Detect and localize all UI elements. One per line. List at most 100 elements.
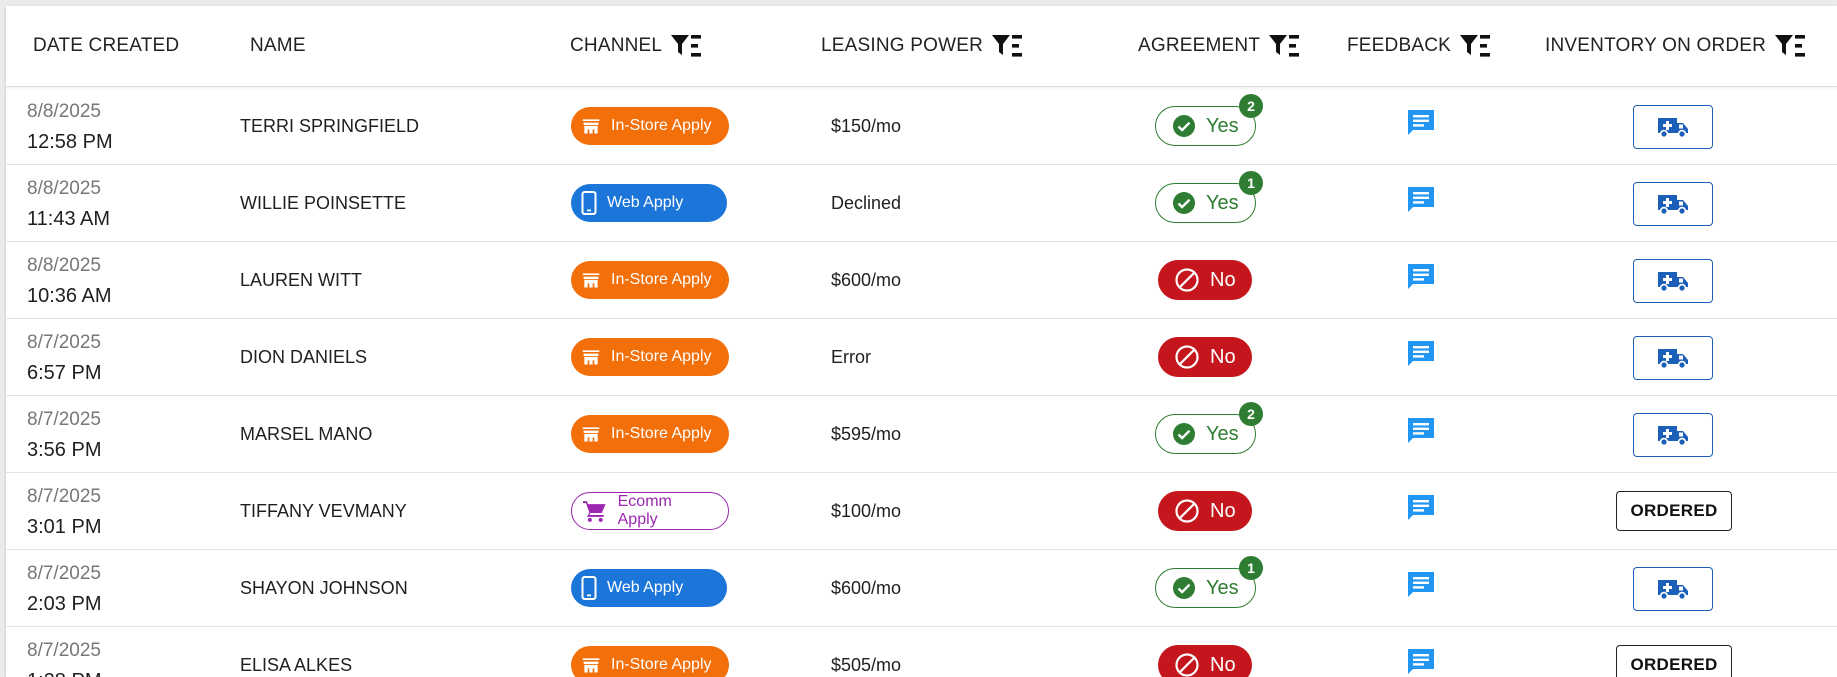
chat-bubble-icon[interactable] <box>1404 645 1438 677</box>
agreement-count-badge: 1 <box>1239 171 1263 195</box>
block-icon <box>1175 499 1199 523</box>
ordered-button[interactable]: ORDERED <box>1616 491 1732 531</box>
time-created: 6:57 PM <box>27 362 102 384</box>
channel-label: Web Apply <box>607 579 684 596</box>
time-created: 1:28 PM <box>27 669 101 677</box>
time-created: 2:03 PM <box>27 593 102 615</box>
customer-name[interactable]: SHAYON JOHNSON <box>240 550 408 626</box>
column-header-leasing-power: LEASING POWER <box>821 6 1023 86</box>
channel-label: In-Store Apply <box>611 271 712 288</box>
shipping-add-icon <box>1658 272 1688 293</box>
table-row[interactable]: 8/8/2025 10:36 AM LAUREN WITT In-Store A… <box>6 242 1837 319</box>
date-created: 8/7/2025 <box>27 332 101 353</box>
add-to-order-button[interactable] <box>1633 182 1713 226</box>
agreement-count-badge: 1 <box>1239 556 1263 580</box>
leasing-power-value: $595/mo <box>831 423 902 444</box>
agreement-status[interactable]: No <box>1158 645 1252 677</box>
add-to-order-button[interactable] <box>1633 336 1713 380</box>
shipping-add-icon <box>1658 580 1688 601</box>
leasing-power-value: $600/mo <box>831 577 902 598</box>
column-header-name[interactable]: NAME <box>250 6 306 86</box>
filter-list-icon[interactable] <box>1459 33 1491 59</box>
customer-name[interactable]: DION DANIELS <box>240 319 367 395</box>
column-header-date-created[interactable]: DATE CREATED <box>33 6 179 86</box>
column-header-label: CHANNEL <box>570 35 663 56</box>
table-row[interactable]: 8/7/2025 3:56 PM MARSEL MANO In-Store Ap… <box>6 396 1837 473</box>
block-icon <box>1175 345 1199 369</box>
channel-label: In-Store Apply <box>611 656 712 673</box>
storefront-icon <box>582 273 600 288</box>
time-created: 3:56 PM <box>27 439 102 461</box>
column-header-label: DATE CREATED <box>33 35 180 56</box>
agreement-count-badge: 2 <box>1239 402 1263 426</box>
channel-label: In-Store Apply <box>611 348 712 365</box>
smartphone-icon <box>581 191 597 215</box>
leasing-power-value: $505/mo <box>831 654 902 675</box>
customer-name[interactable]: LAUREN WITT <box>240 242 362 318</box>
shopping-cart-icon <box>582 501 606 522</box>
time-created: 11:43 AM <box>27 208 111 230</box>
agreement-status[interactable]: No <box>1158 337 1252 377</box>
leasing-power-value: $100/mo <box>831 500 902 521</box>
add-to-order-button[interactable] <box>1633 105 1713 149</box>
table-row[interactable]: 8/7/2025 1:28 PM ELISA ALKES In-Store Ap… <box>6 627 1837 677</box>
agreement-label: Yes <box>1206 114 1239 137</box>
column-header-feedback: FEEDBACK <box>1347 6 1491 86</box>
shipping-add-icon <box>1658 426 1688 447</box>
column-header-label: NAME <box>250 35 306 56</box>
channel-chip: Web Apply <box>571 569 727 607</box>
agreement-count-badge: 2 <box>1239 94 1263 118</box>
column-header-agreement: AGREEMENT <box>1138 6 1300 86</box>
storefront-icon <box>582 350 600 365</box>
shipping-add-icon <box>1658 349 1688 370</box>
table-row[interactable]: 8/7/2025 2:03 PM SHAYON JOHNSON Web Appl… <box>6 550 1837 627</box>
time-created: 12:58 PM <box>27 131 113 153</box>
filter-list-icon[interactable] <box>1268 33 1300 59</box>
chat-bubble-icon[interactable] <box>1404 568 1438 602</box>
date-created: 8/8/2025 <box>27 255 101 276</box>
filter-list-icon[interactable] <box>670 33 702 59</box>
channel-chip: In-Store Apply <box>571 107 729 145</box>
check-circle-icon <box>1173 115 1195 137</box>
customer-name[interactable]: TIFFANY VEVMANY <box>240 473 407 549</box>
table-header: DATE CREATED NAME CHANNEL LEASING POWER <box>6 6 1837 87</box>
agreement-label: No <box>1210 499 1236 522</box>
table-row[interactable]: 8/7/2025 6:57 PM DION DANIELS In-Store A… <box>6 319 1837 396</box>
shipping-add-icon <box>1658 195 1688 216</box>
agreement-label: Yes <box>1206 191 1239 214</box>
filter-list-icon[interactable] <box>1774 33 1806 59</box>
leasing-power-value: Declined <box>831 192 902 213</box>
agreement-status[interactable]: No <box>1158 260 1252 300</box>
agreement-status[interactable]: No <box>1158 491 1252 531</box>
time-created: 10:36 AM <box>27 285 112 307</box>
time-created: 3:01 PM <box>27 516 102 538</box>
block-icon <box>1175 653 1199 677</box>
chat-bubble-icon[interactable] <box>1404 260 1438 294</box>
customer-name[interactable]: ELISA ALKES <box>240 627 352 677</box>
customer-name[interactable]: WILLIE POINSETTE <box>240 165 406 241</box>
add-to-order-button[interactable] <box>1633 413 1713 457</box>
filter-list-icon[interactable] <box>991 33 1023 59</box>
date-created: 8/7/2025 <box>27 640 101 661</box>
chat-bubble-icon[interactable] <box>1404 491 1438 525</box>
column-header-label: AGREEMENT <box>1138 35 1261 56</box>
table-row[interactable]: 8/7/2025 3:01 PM TIFFANY VEVMANY Ecomm A… <box>6 473 1837 550</box>
customer-name[interactable]: TERRI SPRINGFIELD <box>240 88 419 164</box>
chat-bubble-icon[interactable] <box>1404 106 1438 140</box>
chat-bubble-icon[interactable] <box>1404 414 1438 448</box>
chat-bubble-icon[interactable] <box>1404 337 1438 371</box>
add-to-order-button[interactable] <box>1633 567 1713 611</box>
table-row[interactable]: 8/8/2025 12:58 PM TERRI SPRINGFIELD In-S… <box>6 88 1837 165</box>
agreement-label: Yes <box>1206 422 1239 445</box>
chat-bubble-icon[interactable] <box>1404 183 1438 217</box>
channel-label: Ecomm Apply <box>617 493 672 528</box>
ordered-button[interactable]: ORDERED <box>1616 645 1732 677</box>
column-header-label: LEASING POWER <box>821 35 984 56</box>
channel-label: In-Store Apply <box>611 117 712 134</box>
table-row[interactable]: 8/8/2025 11:43 AM WILLIE POINSETTE Web A… <box>6 165 1837 242</box>
channel-chip: Ecomm Apply <box>571 492 729 530</box>
date-created: 8/7/2025 <box>27 486 101 507</box>
add-to-order-button[interactable] <box>1633 259 1713 303</box>
customer-name[interactable]: MARSEL MANO <box>240 396 372 472</box>
shipping-add-icon <box>1658 118 1688 139</box>
